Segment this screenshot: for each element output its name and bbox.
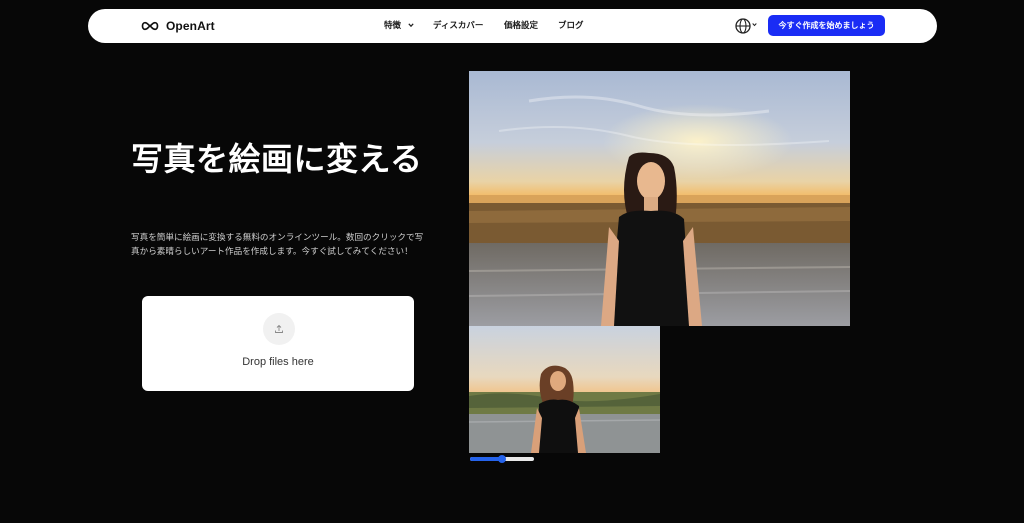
top-nav: OpenArt 特徴 ディスカバー 価格設定 ブログ 今すぐ作成を始めましょう — [88, 9, 937, 43]
dropzone-label: Drop files here — [242, 356, 314, 368]
language-chevron-icon[interactable] — [752, 22, 757, 27]
nav-link-discover[interactable]: ディスカバー — [433, 20, 483, 32]
nav-link-features[interactable]: 特徴 — [384, 20, 401, 32]
chevron-down-icon[interactable] — [408, 22, 414, 28]
nav-link-pricing[interactable]: 価格設定 — [504, 20, 538, 32]
hero-description: 写真を簡単に絵画に変換する無料のオンラインツール。数回のクリックで写真から素晴ら… — [131, 233, 424, 257]
start-creating-button[interactable]: 今すぐ作成を始めましょう — [768, 15, 885, 36]
brand-name: OpenArt — [166, 19, 215, 33]
file-dropzone[interactable]: Drop files here — [142, 296, 414, 391]
page-title: 写真を絵画に変える — [131, 140, 423, 178]
brand-logo[interactable]: OpenArt — [140, 18, 215, 34]
infinity-logo-icon — [141, 21, 159, 31]
original-photo-image — [469, 326, 660, 453]
upload-icon — [263, 313, 295, 345]
comparison-slider[interactable] — [470, 455, 534, 463]
nav-link-blog[interactable]: ブログ — [558, 20, 584, 32]
painting-result-image — [469, 71, 850, 326]
globe-icon[interactable] — [734, 17, 752, 35]
slider-thumb[interactable] — [498, 455, 506, 463]
